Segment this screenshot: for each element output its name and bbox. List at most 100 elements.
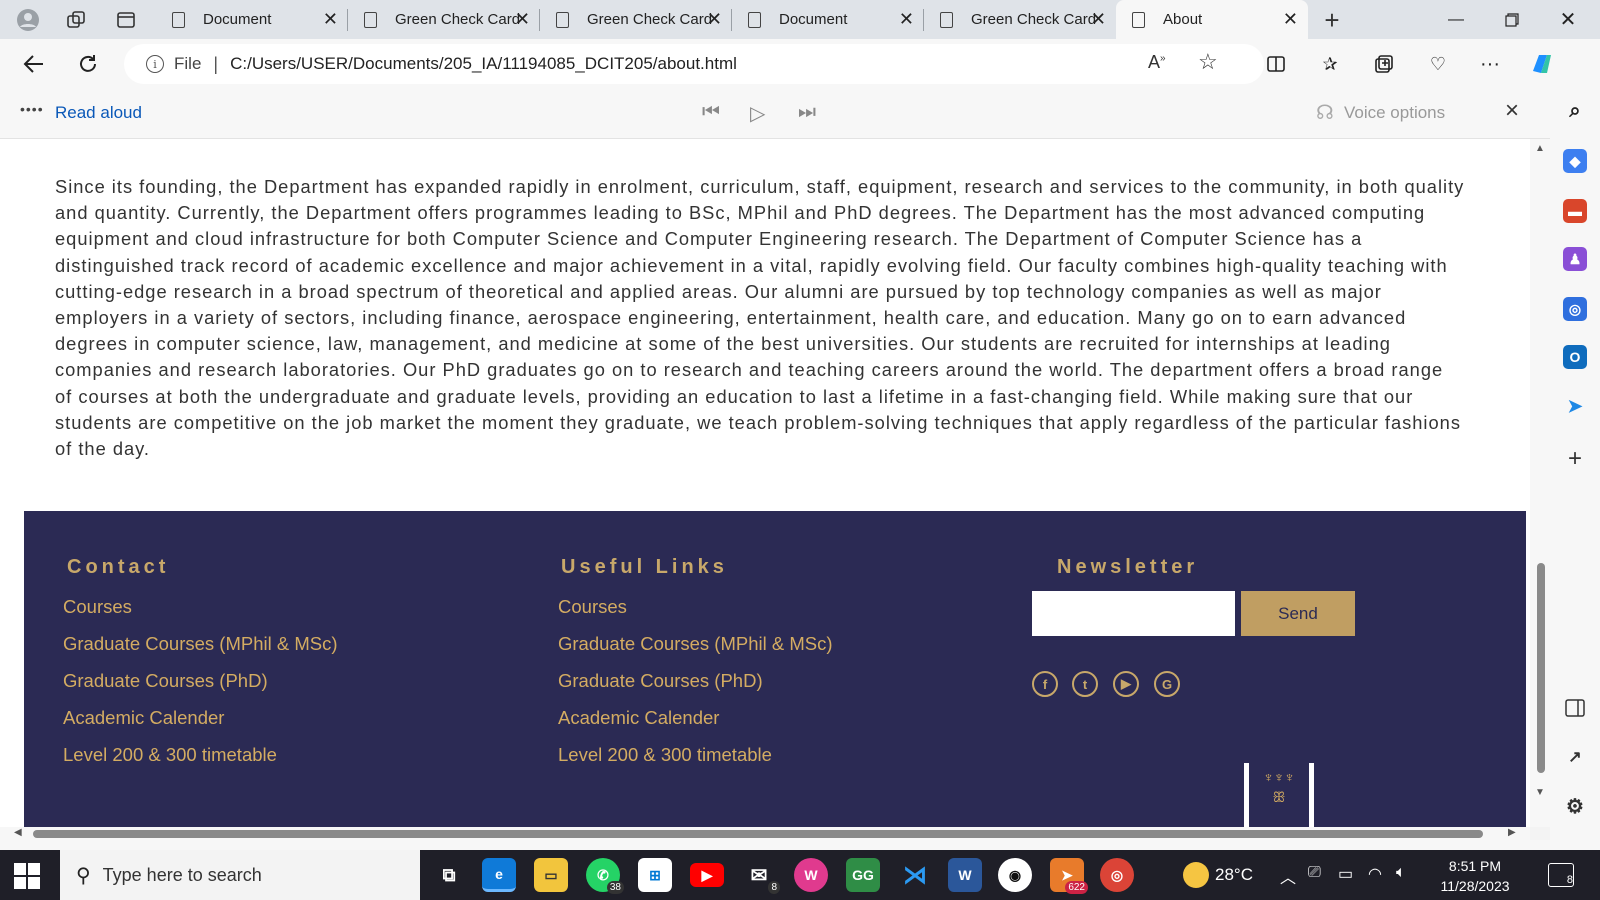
- tab-document-1[interactable]: Document ✕: [156, 0, 348, 39]
- refresh-icon[interactable]: [72, 49, 104, 79]
- contact-link[interactable]: Level 200 & 300 timetable: [63, 744, 338, 781]
- show-hidden-icons-icon[interactable]: ︿: [1280, 864, 1296, 888]
- horizontal-scroll-thumb[interactable]: [33, 830, 1483, 838]
- horizontal-scrollbar[interactable]: ◀ ▶: [0, 827, 1530, 840]
- contact-link[interactable]: Graduate Courses (PhD): [63, 670, 338, 707]
- geeksforgeeks-icon[interactable]: G: [1154, 671, 1180, 697]
- close-tab-icon[interactable]: ✕: [515, 10, 530, 28]
- facebook-icon[interactable]: f: [1032, 671, 1058, 697]
- tab-green-check-card-3[interactable]: Green Check Card ✕: [924, 0, 1116, 39]
- minimize-icon[interactable]: —: [1428, 0, 1484, 39]
- drop-icon[interactable]: ➤: [1563, 394, 1587, 418]
- battery-icon[interactable]: ▭: [1338, 864, 1353, 884]
- open-external-icon[interactable]: ↗: [1563, 745, 1587, 769]
- useful-link[interactable]: Graduate Courses (PhD): [558, 670, 833, 707]
- sidebar-settings-icon[interactable]: ⚙: [1563, 794, 1587, 818]
- tab-green-check-card-2[interactable]: Green Check Card ✕: [540, 0, 732, 39]
- close-tab-icon[interactable]: ✕: [1091, 10, 1106, 28]
- word-icon[interactable]: W: [948, 858, 982, 892]
- back-icon[interactable]: [18, 49, 50, 79]
- close-tab-icon[interactable]: ✕: [323, 10, 338, 28]
- close-tab-icon[interactable]: ✕: [1283, 10, 1298, 28]
- youtube-app-icon[interactable]: ▶: [690, 863, 724, 887]
- add-sidebar-app-icon[interactable]: +: [1563, 445, 1587, 472]
- browser-essentials-icon[interactable]: ♡: [1424, 51, 1452, 77]
- scroll-up-icon[interactable]: ▲: [1535, 143, 1545, 154]
- previous-paragraph-icon[interactable]: ⏮: [702, 101, 720, 124]
- scroll-left-icon[interactable]: ◀: [14, 827, 22, 838]
- volume-icon[interactable]: 🔈︎: [1396, 864, 1406, 882]
- games-icon[interactable]: ♟: [1563, 247, 1587, 271]
- clock[interactable]: 8:51 PM 11/28/2023: [1430, 856, 1520, 896]
- windows-start-icon[interactable]: [14, 863, 40, 889]
- close-read-aloud-icon[interactable]: ×: [1505, 97, 1519, 125]
- github-icon[interactable]: ◉: [998, 858, 1032, 892]
- search-icon[interactable]: ⌕: [1563, 99, 1587, 123]
- youtube-icon[interactable]: ▶: [1113, 671, 1139, 697]
- contact-link[interactable]: Graduate Courses (MPhil & MSc): [63, 633, 338, 670]
- contact-link[interactable]: Academic Calender: [63, 707, 338, 744]
- geeksforgeeks-app-icon[interactable]: GG: [846, 858, 880, 892]
- voice-options-label[interactable]: Voice options: [1344, 103, 1445, 123]
- read-aloud-label[interactable]: Read aloud: [55, 103, 142, 123]
- site-info-icon[interactable]: i: [146, 55, 164, 73]
- wps-office-icon[interactable]: W: [794, 858, 828, 892]
- microsoft-store-icon[interactable]: ⊞: [638, 858, 672, 892]
- notification-center-icon[interactable]: 8: [1548, 863, 1574, 887]
- profile-icon[interactable]: [14, 6, 42, 34]
- useful-link[interactable]: Graduate Courses (MPhil & MSc): [558, 633, 833, 670]
- outlook-icon[interactable]: O: [1563, 345, 1587, 369]
- play-icon[interactable]: ▷: [750, 101, 765, 126]
- close-tab-icon[interactable]: ✕: [899, 10, 914, 28]
- scroll-right-icon[interactable]: ▶: [1508, 827, 1516, 838]
- mail-icon[interactable]: ✉ 8: [742, 858, 780, 894]
- copilot-icon[interactable]: [1528, 51, 1556, 77]
- tab-actions-icon[interactable]: [112, 6, 140, 34]
- read-aloud-icon[interactable]: A»: [1148, 52, 1166, 73]
- chrome-icon[interactable]: ◎: [1100, 858, 1134, 892]
- close-tab-icon[interactable]: ✕: [707, 10, 722, 28]
- tools-icon[interactable]: ▬: [1563, 199, 1587, 223]
- send-button[interactable]: Send: [1241, 591, 1355, 636]
- address-bar[interactable]: i File | C:/Users/USER/Documents/205_IA/…: [124, 44, 1264, 84]
- tab-document-2[interactable]: Document ✕: [732, 0, 924, 39]
- new-tab-icon[interactable]: +: [1318, 5, 1346, 35]
- useful-link[interactable]: Courses: [558, 596, 833, 633]
- wifi-icon[interactable]: ◠: [1368, 864, 1382, 884]
- contact-link[interactable]: Courses: [63, 596, 338, 633]
- vertical-scroll-thumb[interactable]: [1537, 563, 1545, 773]
- split-screen-icon[interactable]: [1262, 51, 1290, 77]
- temperature[interactable]: 28°C: [1215, 865, 1253, 885]
- file-explorer-icon[interactable]: ▭: [534, 858, 568, 892]
- microsoft-365-icon[interactable]: ◎: [1563, 297, 1587, 321]
- task-view-icon[interactable]: ⧉: [432, 858, 466, 892]
- twitter-icon[interactable]: t: [1072, 671, 1098, 697]
- vertical-scrollbar[interactable]: ▲ ▼: [1530, 139, 1550, 827]
- newsletter-email-input[interactable]: [1032, 591, 1235, 636]
- scroll-down-icon[interactable]: ▼: [1535, 787, 1545, 798]
- useful-link[interactable]: Level 200 & 300 timetable: [558, 744, 833, 781]
- favorites-icon[interactable]: ✰: [1316, 51, 1344, 77]
- useful-link[interactable]: Academic Calender: [558, 707, 833, 744]
- more-menu-icon[interactable]: ···: [1476, 51, 1504, 77]
- vscode-icon[interactable]: ⋊: [898, 858, 932, 892]
- taskbar-search-box[interactable]: ⚲ Type here to search: [60, 850, 420, 900]
- telegram-icon[interactable]: ➤ 622: [1050, 858, 1088, 894]
- edge-app-icon[interactable]: e: [482, 858, 516, 892]
- hide-sidebar-icon[interactable]: [1563, 696, 1587, 720]
- next-paragraph-icon[interactable]: ⏭: [798, 101, 816, 124]
- collections-icon[interactable]: [1370, 51, 1398, 77]
- shopping-icon[interactable]: ◆: [1563, 149, 1587, 173]
- tab-green-check-card-1[interactable]: Green Check Card ✕: [348, 0, 540, 39]
- workspaces-icon[interactable]: [62, 6, 90, 34]
- weather-icon[interactable]: [1183, 862, 1209, 888]
- whatsapp-icon[interactable]: ✆ 38: [586, 858, 624, 894]
- restore-icon[interactable]: [1484, 0, 1540, 39]
- close-window-icon[interactable]: ✕: [1540, 0, 1596, 39]
- tab-about[interactable]: About ✕: [1116, 0, 1308, 39]
- voice-options-icon[interactable]: ☊: [1316, 100, 1334, 125]
- meet-now-icon[interactable]: ⎚: [1308, 864, 1321, 882]
- favorite-star-icon[interactable]: ☆: [1198, 49, 1218, 75]
- url-text[interactable]: C:/Users/USER/Documents/205_IA/11194085_…: [230, 54, 737, 74]
- read-aloud-menu-icon[interactable]: ••••: [20, 101, 44, 117]
